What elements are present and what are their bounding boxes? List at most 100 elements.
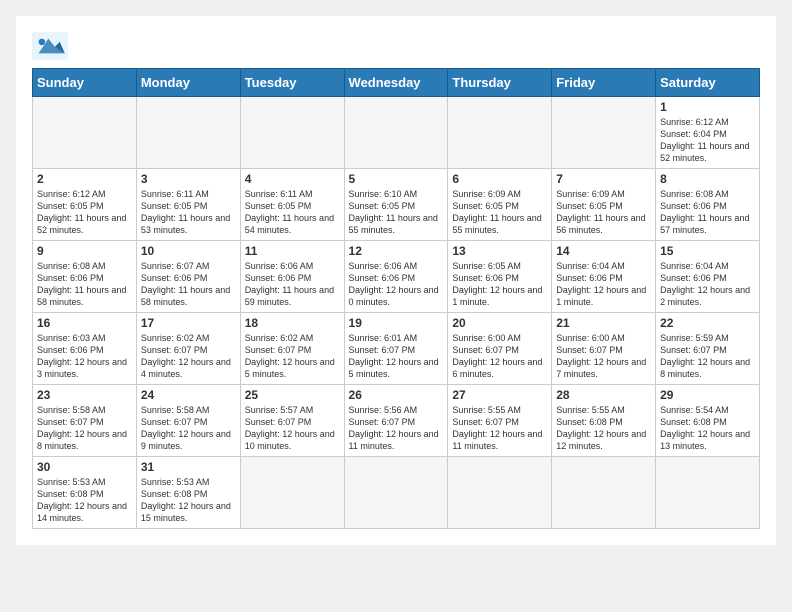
calendar-day-empty: [344, 457, 448, 529]
day-info: Sunrise: 6:00 AM Sunset: 6:07 PM Dayligh…: [452, 332, 547, 381]
calendar-week-row: 1Sunrise: 6:12 AM Sunset: 6:04 PM Daylig…: [33, 97, 760, 169]
weekday-header-sunday: Sunday: [33, 69, 137, 97]
calendar-day-20: 20 Sunrise: 6:00 AM Sunset: 6:07 PM Dayli…: [448, 313, 552, 385]
day-info: Sunrise: 6:04 AM Sunset: 6:06 PM Dayligh…: [556, 260, 651, 309]
calendar-day-11: 11Sunrise: 6:06 AM Sunset: 6:06 PM Dayli…: [240, 241, 344, 313]
calendar-day-14: 14 Sunrise: 6:04 AM Sunset: 6:06 PM Dayli…: [552, 241, 656, 313]
calendar-day-22: 22 Sunrise: 5:59 AM Sunset: 6:07 PM Dayli…: [656, 313, 760, 385]
day-info: Sunrise: 5:59 AM Sunset: 6:07 PM Dayligh…: [660, 332, 755, 381]
day-number: 31: [141, 460, 236, 474]
calendar-day-24: 24 Sunrise: 5:58 AM Sunset: 6:07 PM Dayli…: [136, 385, 240, 457]
calendar-day-29: 29Sunrise: 5:54 AM Sunset: 6:08 PM Dayli…: [656, 385, 760, 457]
calendar-week-row: 9 Sunrise: 6:08 AM Sunset: 6:06 PM Daylig…: [33, 241, 760, 313]
day-info: Sunrise: 6:06 AM Sunset: 6:06 PM Dayligh…: [349, 260, 444, 309]
calendar-day-27: 27Sunrise: 5:55 AM Sunset: 6:07 PM Dayli…: [448, 385, 552, 457]
day-number: 19: [349, 316, 444, 330]
day-number: 9: [37, 244, 132, 258]
calendar-day-empty: [136, 97, 240, 169]
day-info: Sunrise: 6:02 AM Sunset: 6:07 PM Dayligh…: [141, 332, 236, 381]
day-number: 13: [452, 244, 547, 258]
day-number: 23: [37, 388, 132, 402]
day-info: Sunrise: 6:02 AM Sunset: 6:07 PM Dayligh…: [245, 332, 340, 381]
calendar-day-10: 10 Sunrise: 6:07 AM Sunset: 6:06 PM Dayli…: [136, 241, 240, 313]
page: SundayMondayTuesdayWednesdayThursdayFrid…: [16, 16, 776, 545]
day-number: 7: [556, 172, 651, 186]
calendar-day-13: 13 Sunrise: 6:05 AM Sunset: 6:06 PM Dayli…: [448, 241, 552, 313]
weekday-header-wednesday: Wednesday: [344, 69, 448, 97]
calendar-day-7: 7Sunrise: 6:09 AM Sunset: 6:05 PM Daylig…: [552, 169, 656, 241]
day-number: 6: [452, 172, 547, 186]
calendar-day-empty: [33, 97, 137, 169]
day-info: Sunrise: 6:01 AM Sunset: 6:07 PM Dayligh…: [349, 332, 444, 381]
calendar-day-31: 31 Sunrise: 5:53 AM Sunset: 6:08 PM Dayli…: [136, 457, 240, 529]
day-info: Sunrise: 5:58 AM Sunset: 6:07 PM Dayligh…: [37, 404, 132, 453]
calendar-week-row: 16 Sunrise: 6:03 AM Sunset: 6:06 PM Dayli…: [33, 313, 760, 385]
calendar-day-empty: [344, 97, 448, 169]
day-info: Sunrise: 5:55 AM Sunset: 6:08 PM Dayligh…: [556, 404, 651, 453]
logo-icon: [32, 32, 68, 60]
calendar-day-17: 17 Sunrise: 6:02 AM Sunset: 6:07 PM Dayli…: [136, 313, 240, 385]
calendar-day-2: 2 Sunrise: 6:12 AM Sunset: 6:05 PM Daylig…: [33, 169, 137, 241]
day-info: Sunrise: 6:00 AM Sunset: 6:07 PM Dayligh…: [556, 332, 651, 381]
day-number: 16: [37, 316, 132, 330]
day-number: 29: [660, 388, 755, 402]
day-number: 11: [245, 244, 340, 258]
day-info: Sunrise: 5:56 AM Sunset: 6:07 PM Dayligh…: [349, 404, 444, 453]
day-info: Sunrise: 6:08 AM Sunset: 6:06 PM Dayligh…: [37, 260, 132, 309]
weekday-header-friday: Friday: [552, 69, 656, 97]
logo: [32, 32, 72, 60]
calendar-day-16: 16 Sunrise: 6:03 AM Sunset: 6:06 PM Dayli…: [33, 313, 137, 385]
day-number: 28: [556, 388, 651, 402]
calendar-day-28: 28 Sunrise: 5:55 AM Sunset: 6:08 PM Dayli…: [552, 385, 656, 457]
day-number: 22: [660, 316, 755, 330]
calendar-week-row: 2 Sunrise: 6:12 AM Sunset: 6:05 PM Daylig…: [33, 169, 760, 241]
day-number: 17: [141, 316, 236, 330]
calendar-day-19: 19 Sunrise: 6:01 AM Sunset: 6:07 PM Dayli…: [344, 313, 448, 385]
day-info: Sunrise: 6:10 AM Sunset: 6:05 PM Dayligh…: [349, 188, 444, 237]
calendar-week-row: 23 Sunrise: 5:58 AM Sunset: 6:07 PM Dayli…: [33, 385, 760, 457]
calendar-day-12: 12 Sunrise: 6:06 AM Sunset: 6:06 PM Dayli…: [344, 241, 448, 313]
header-area: [32, 32, 760, 60]
day-number: 2: [37, 172, 132, 186]
calendar-day-21: 21Sunrise: 6:00 AM Sunset: 6:07 PM Dayli…: [552, 313, 656, 385]
weekday-header-row: SundayMondayTuesdayWednesdayThursdayFrid…: [33, 69, 760, 97]
day-info: Sunrise: 6:03 AM Sunset: 6:06 PM Dayligh…: [37, 332, 132, 381]
calendar-table: SundayMondayTuesdayWednesdayThursdayFrid…: [32, 68, 760, 529]
calendar-day-6: 6Sunrise: 6:09 AM Sunset: 6:05 PM Daylig…: [448, 169, 552, 241]
calendar-day-30: 30Sunrise: 5:53 AM Sunset: 6:08 PM Dayli…: [33, 457, 137, 529]
day-info: Sunrise: 6:07 AM Sunset: 6:06 PM Dayligh…: [141, 260, 236, 309]
calendar-day-3: 3Sunrise: 6:11 AM Sunset: 6:05 PM Daylig…: [136, 169, 240, 241]
day-number: 8: [660, 172, 755, 186]
calendar-day-5: 5 Sunrise: 6:10 AM Sunset: 6:05 PM Daylig…: [344, 169, 448, 241]
calendar-day-empty: [240, 97, 344, 169]
day-number: 25: [245, 388, 340, 402]
day-number: 27: [452, 388, 547, 402]
day-number: 12: [349, 244, 444, 258]
day-info: Sunrise: 6:11 AM Sunset: 6:05 PM Dayligh…: [245, 188, 340, 237]
day-number: 4: [245, 172, 340, 186]
calendar-day-9: 9 Sunrise: 6:08 AM Sunset: 6:06 PM Daylig…: [33, 241, 137, 313]
day-info: Sunrise: 5:58 AM Sunset: 6:07 PM Dayligh…: [141, 404, 236, 453]
day-info: Sunrise: 6:05 AM Sunset: 6:06 PM Dayligh…: [452, 260, 547, 309]
calendar-day-empty: [448, 457, 552, 529]
weekday-header-thursday: Thursday: [448, 69, 552, 97]
weekday-header-saturday: Saturday: [656, 69, 760, 97]
day-number: 15: [660, 244, 755, 258]
day-number: 10: [141, 244, 236, 258]
day-info: Sunrise: 6:12 AM Sunset: 6:05 PM Dayligh…: [37, 188, 132, 237]
day-number: 30: [37, 460, 132, 474]
day-info: Sunrise: 6:04 AM Sunset: 6:06 PM Dayligh…: [660, 260, 755, 309]
day-info: Sunrise: 5:53 AM Sunset: 6:08 PM Dayligh…: [141, 476, 236, 525]
day-number: 24: [141, 388, 236, 402]
weekday-header-monday: Monday: [136, 69, 240, 97]
calendar-day-empty: [448, 97, 552, 169]
calendar-day-empty: [656, 457, 760, 529]
day-number: 14: [556, 244, 651, 258]
day-number: 5: [349, 172, 444, 186]
day-number: 20: [452, 316, 547, 330]
calendar-day-empty: [240, 457, 344, 529]
day-number: 18: [245, 316, 340, 330]
calendar-day-15: 15 Sunrise: 6:04 AM Sunset: 6:06 PM Dayli…: [656, 241, 760, 313]
calendar-day-25: 25Sunrise: 5:57 AM Sunset: 6:07 PM Dayli…: [240, 385, 344, 457]
day-info: Sunrise: 6:12 AM Sunset: 6:04 PM Dayligh…: [660, 116, 755, 165]
